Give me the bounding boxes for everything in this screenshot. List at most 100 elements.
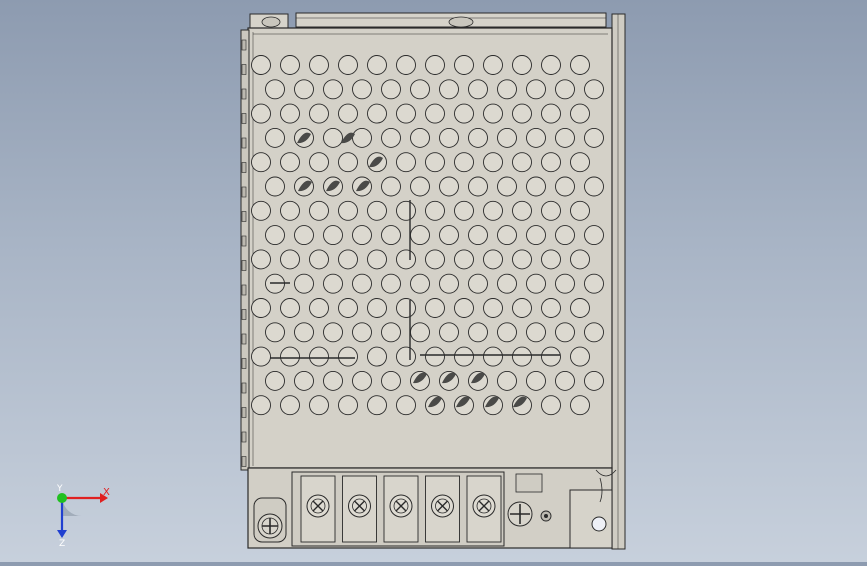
vent-hole: [512, 298, 532, 318]
vent-hole: [526, 79, 546, 100]
vent-hole: [526, 322, 546, 343]
vent-hole: [541, 346, 561, 367]
vent-hole: [468, 127, 488, 148]
vent-hole: [410, 322, 430, 343]
vent-hole: [309, 249, 329, 270]
edge-notch: [241, 456, 247, 467]
vent-hole: [294, 79, 314, 100]
vent-hole: [512, 55, 532, 75]
vent-hole: [555, 322, 575, 343]
vent-hole: [570, 249, 590, 270]
vent-hole: [410, 79, 430, 100]
vent-hole: [410, 225, 430, 246]
vent-hole: [309, 152, 329, 173]
vent-hole: [439, 176, 459, 197]
vent-hole: [555, 127, 575, 148]
y-axis-dot-icon: [57, 493, 67, 503]
vent-hole: [425, 346, 445, 367]
vent-hole: [483, 103, 503, 124]
terminal-block: [300, 475, 502, 543]
vent-hole: [425, 103, 445, 124]
vent-hole: [555, 370, 575, 391]
vent-hole: [294, 225, 314, 246]
vent-hole: [338, 152, 358, 173]
vent-hole: [251, 249, 271, 270]
vent-hole: [323, 79, 343, 100]
vent-hole: [570, 395, 590, 416]
vent-hole: [265, 176, 285, 197]
vent-hole: [570, 103, 590, 124]
vent-hole: [309, 200, 329, 221]
vent-hole: [323, 127, 343, 148]
vent-hole: [555, 225, 575, 246]
y-axis-label: Y: [56, 484, 63, 494]
vent-hole: [526, 176, 546, 197]
power-supply-model[interactable]: [0, 0, 867, 562]
vent-hole: [468, 225, 488, 246]
vent-hole: [280, 249, 300, 270]
vent-hole: [584, 370, 604, 391]
vent-hole: [251, 152, 271, 173]
vent-hole: [483, 152, 503, 173]
edge-notch: [241, 333, 247, 345]
vent-hole: [584, 127, 604, 148]
vent-hole: [381, 127, 401, 148]
vent-hole: [265, 370, 285, 391]
cad-viewport[interactable]: X Y Z: [0, 0, 867, 562]
vent-hole: [468, 176, 488, 197]
vent-hole: [570, 200, 590, 221]
edge-notch: [241, 39, 247, 51]
vent-hole: [265, 273, 285, 294]
vent-hole: [265, 79, 285, 100]
vent-hole: [439, 225, 459, 246]
vent-hole: [265, 127, 285, 148]
vent-hole: [381, 79, 401, 100]
vent-hole: [251, 103, 271, 124]
vent-hole: [338, 55, 358, 75]
vent-hole: [541, 395, 561, 416]
vent-hole: [468, 322, 488, 343]
vent-hole: [352, 273, 372, 294]
vent-hole: [309, 298, 329, 318]
vent-hole: [454, 249, 474, 270]
vent-hole: [396, 152, 416, 173]
vent-hole: [367, 103, 387, 124]
vent-hole: [251, 346, 271, 367]
vent-hole: [512, 152, 532, 173]
vent-hole: [497, 127, 517, 148]
vent-hole: [396, 395, 416, 416]
vent-hole: [497, 176, 517, 197]
right-side-flange: [611, 13, 626, 550]
z-axis-label: Z: [59, 539, 65, 548]
vent-hole: [309, 346, 329, 367]
vent-hole: [352, 322, 372, 343]
edge-notch: [241, 113, 247, 124]
vent-hole: [439, 79, 459, 100]
vent-hole: [265, 322, 285, 343]
vent-hole: [352, 127, 372, 148]
edge-notch: [241, 186, 247, 198]
vent-hole: [483, 200, 503, 221]
vent-hole: [323, 322, 343, 343]
vent-hole: [410, 127, 430, 148]
z-axis-arrow-icon: [57, 530, 67, 538]
vent-hole: [454, 55, 474, 75]
vent-hole: [483, 249, 503, 270]
vent-hole: [512, 103, 532, 124]
vent-hole: [265, 225, 285, 246]
vent-hole: [338, 298, 358, 318]
vent-hole: [483, 298, 503, 318]
vent-hole: [280, 298, 300, 318]
vent-hole: [367, 298, 387, 318]
vent-hole: [294, 322, 314, 343]
vent-hole: [483, 55, 503, 75]
vent-hole: [526, 127, 546, 148]
vent-hole: [439, 127, 459, 148]
vent-hole: [381, 322, 401, 343]
vent-hole: [483, 346, 503, 367]
vent-hole: [584, 225, 604, 246]
vent-hole: [468, 79, 488, 100]
edge-notch: [241, 64, 247, 75]
vent-hole: [338, 103, 358, 124]
top-tab-hole-icon: [261, 16, 281, 28]
